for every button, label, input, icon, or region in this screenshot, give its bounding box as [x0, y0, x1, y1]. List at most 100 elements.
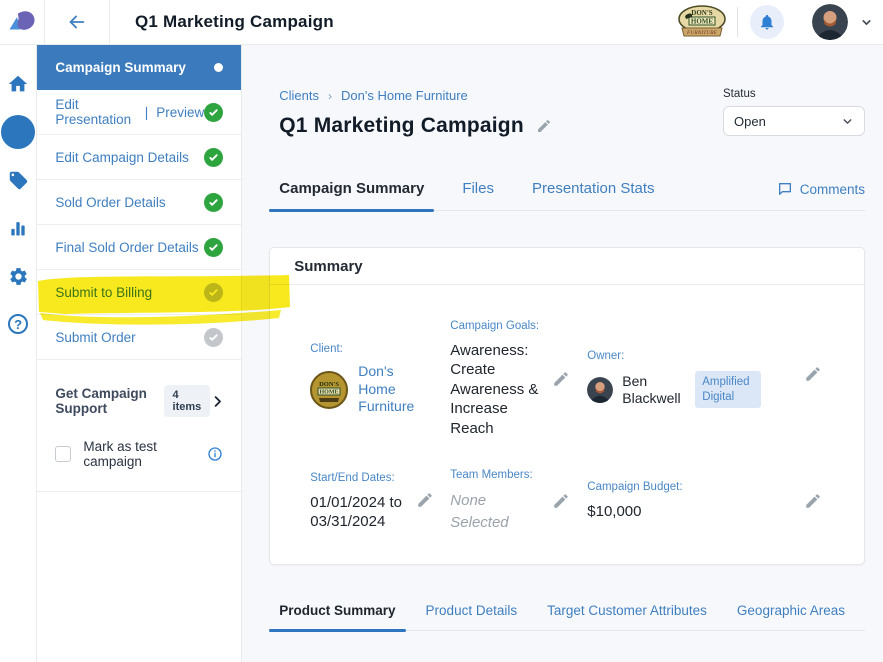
sidebar-item-label: Edit Campaign Details: [55, 150, 204, 165]
support-label: Get Campaign Support: [55, 386, 153, 416]
status-select[interactable]: Open: [723, 106, 865, 136]
tab-presentation-stats[interactable]: Presentation Stats: [522, 180, 665, 210]
pencil-icon: [552, 370, 570, 388]
client-logo-badge: DON'S HOME FURNITURE: [677, 4, 727, 40]
edit-title-button[interactable]: [536, 118, 552, 134]
campaign-goals-value: Awareness: Create Awareness & Increase R…: [450, 341, 544, 439]
nav-help[interactable]: ?: [0, 300, 36, 348]
sidebar-item-sold-order-details[interactable]: Sold Order Details: [37, 180, 241, 225]
support-items-badge: 4 items: [164, 385, 211, 417]
main-content: Clients › Don's Home Furniture Q1 Market…: [242, 45, 883, 662]
breadcrumb: Clients › Don's Home Furniture: [279, 88, 552, 103]
svg-text:FURNITURE: FURNITURE: [686, 30, 718, 36]
tab-files[interactable]: Files: [452, 180, 504, 210]
field-client: Client: DON'S HOME Don's Home Furniture: [310, 342, 450, 416]
pencil-icon: [416, 491, 434, 509]
tab-campaign-summary[interactable]: Campaign Summary: [269, 180, 434, 210]
status-value: Open: [734, 114, 766, 129]
sidebar-item-edit-campaign-details[interactable]: Edit Campaign Details: [37, 135, 241, 180]
sidebar-item-preview-link[interactable]: Preview: [156, 105, 204, 120]
check-done-icon: [204, 148, 223, 167]
dates-label: Start/End Dates:: [310, 471, 414, 486]
test-campaign-checkbox[interactable]: [55, 446, 71, 462]
layout-grid-icon: [9, 123, 27, 141]
tag-icon: [8, 170, 29, 191]
owner-name: Ben Blackwell: [622, 373, 686, 407]
edit-budget-button[interactable]: [804, 492, 822, 510]
nav-settings[interactable]: [0, 252, 36, 300]
nav-tags[interactable]: [0, 156, 36, 204]
sidebar-item-label[interactable]: Edit Presentation: [55, 97, 136, 127]
check-done-icon: [204, 103, 223, 122]
info-icon[interactable]: [207, 446, 223, 462]
breadcrumb-clients[interactable]: Clients: [279, 88, 319, 103]
brand-logo-icon: [7, 7, 37, 37]
nav-campaigns-active[interactable]: [0, 108, 36, 156]
app-logo[interactable]: [0, 0, 45, 44]
edit-goals-button[interactable]: [552, 370, 570, 388]
check-done-icon: [204, 193, 223, 212]
sidebar-item-label: Sold Order Details: [55, 195, 204, 210]
test-campaign-label: Mark as test campaign: [83, 439, 197, 469]
breadcrumb-client-name[interactable]: Don's Home Furniture: [341, 88, 468, 103]
svg-text:DON'S: DON'S: [319, 381, 339, 388]
campaign-steps-sidebar: Campaign Summary Edit Presentation | Pre…: [37, 45, 242, 662]
dates-value: 01/01/2024 to 03/31/2024: [310, 493, 414, 532]
tab-target-customer-attributes[interactable]: Target Customer Attributes: [537, 603, 717, 630]
svg-text:DON'S: DON'S: [691, 9, 713, 17]
owner-avatar: [587, 377, 613, 403]
status-label: Status: [723, 88, 865, 100]
pencil-icon: [804, 365, 822, 383]
edit-owner-button[interactable]: [804, 365, 822, 383]
bar-chart-icon: [8, 218, 28, 238]
notifications-button[interactable]: [750, 5, 784, 39]
comments-button[interactable]: Comments: [777, 181, 865, 210]
label-divider: |: [145, 105, 149, 120]
get-campaign-support[interactable]: Get Campaign Support 4 items: [37, 385, 241, 417]
edit-dates-button[interactable]: [416, 491, 434, 509]
check-pending-icon: [204, 283, 223, 302]
pencil-icon: [536, 118, 552, 134]
team-members-value: None Selected: [450, 490, 544, 534]
back-button[interactable]: [45, 0, 110, 44]
svg-text:HOME: HOME: [691, 18, 713, 26]
edit-team-button[interactable]: [552, 492, 570, 510]
tab-geographic-areas[interactable]: Geographic Areas: [727, 603, 855, 630]
tab-product-details[interactable]: Product Details: [416, 603, 528, 630]
field-owner: Owner: Ben Blackwell Amplified Digital: [587, 349, 824, 408]
user-menu-chevron[interactable]: [860, 16, 873, 29]
topbar-title: Q1 Marketing Campaign: [135, 12, 334, 32]
sidebar-item-submit-to-billing[interactable]: Submit to Billing: [37, 270, 241, 315]
topbar-divider: [737, 7, 738, 37]
sidebar-item-label: Final Sold Order Details: [55, 240, 204, 255]
budget-label: Campaign Budget:: [587, 480, 682, 495]
breadcrumb-separator-icon: ›: [328, 89, 332, 103]
tab-product-summary[interactable]: Product Summary: [269, 603, 405, 630]
owner-org-badge: Amplified Digital: [695, 371, 761, 408]
field-dates: Start/End Dates: 01/01/2024 to 03/31/202…: [310, 471, 450, 532]
check-done-icon: [204, 238, 223, 257]
field-team-members: Team Members: None Selected: [450, 468, 587, 533]
nav-analytics[interactable]: [0, 204, 36, 252]
home-icon: [7, 73, 29, 95]
sidebar-item-edit-presentation[interactable]: Edit Presentation | Preview: [37, 90, 241, 135]
icon-rail: ?: [0, 45, 37, 662]
pencil-icon: [552, 492, 570, 510]
summary-card-header: Summary: [270, 248, 864, 285]
nav-home[interactable]: [0, 60, 36, 108]
user-avatar[interactable]: [812, 4, 848, 40]
comments-label: Comments: [800, 182, 865, 197]
sidebar-item-campaign-summary[interactable]: Campaign Summary: [37, 45, 241, 90]
client-label: Client:: [310, 342, 450, 357]
back-arrow-icon: [66, 11, 88, 33]
pencil-icon: [804, 492, 822, 510]
summary-card: Summary Client: DON'S HOME Don's Home Fu…: [269, 247, 865, 565]
client-name-link[interactable]: Don's Home Furniture: [358, 363, 422, 416]
active-dot-icon: [214, 63, 223, 72]
sidebar-item-submit-order[interactable]: Submit Order: [37, 315, 241, 360]
sidebar-item-label: Submit to Billing: [55, 285, 204, 300]
user-avatar-image: [812, 4, 848, 40]
bell-icon: [758, 13, 776, 31]
sidebar-item-final-sold-order-details[interactable]: Final Sold Order Details: [37, 225, 241, 270]
chevron-down-icon: [841, 115, 854, 128]
